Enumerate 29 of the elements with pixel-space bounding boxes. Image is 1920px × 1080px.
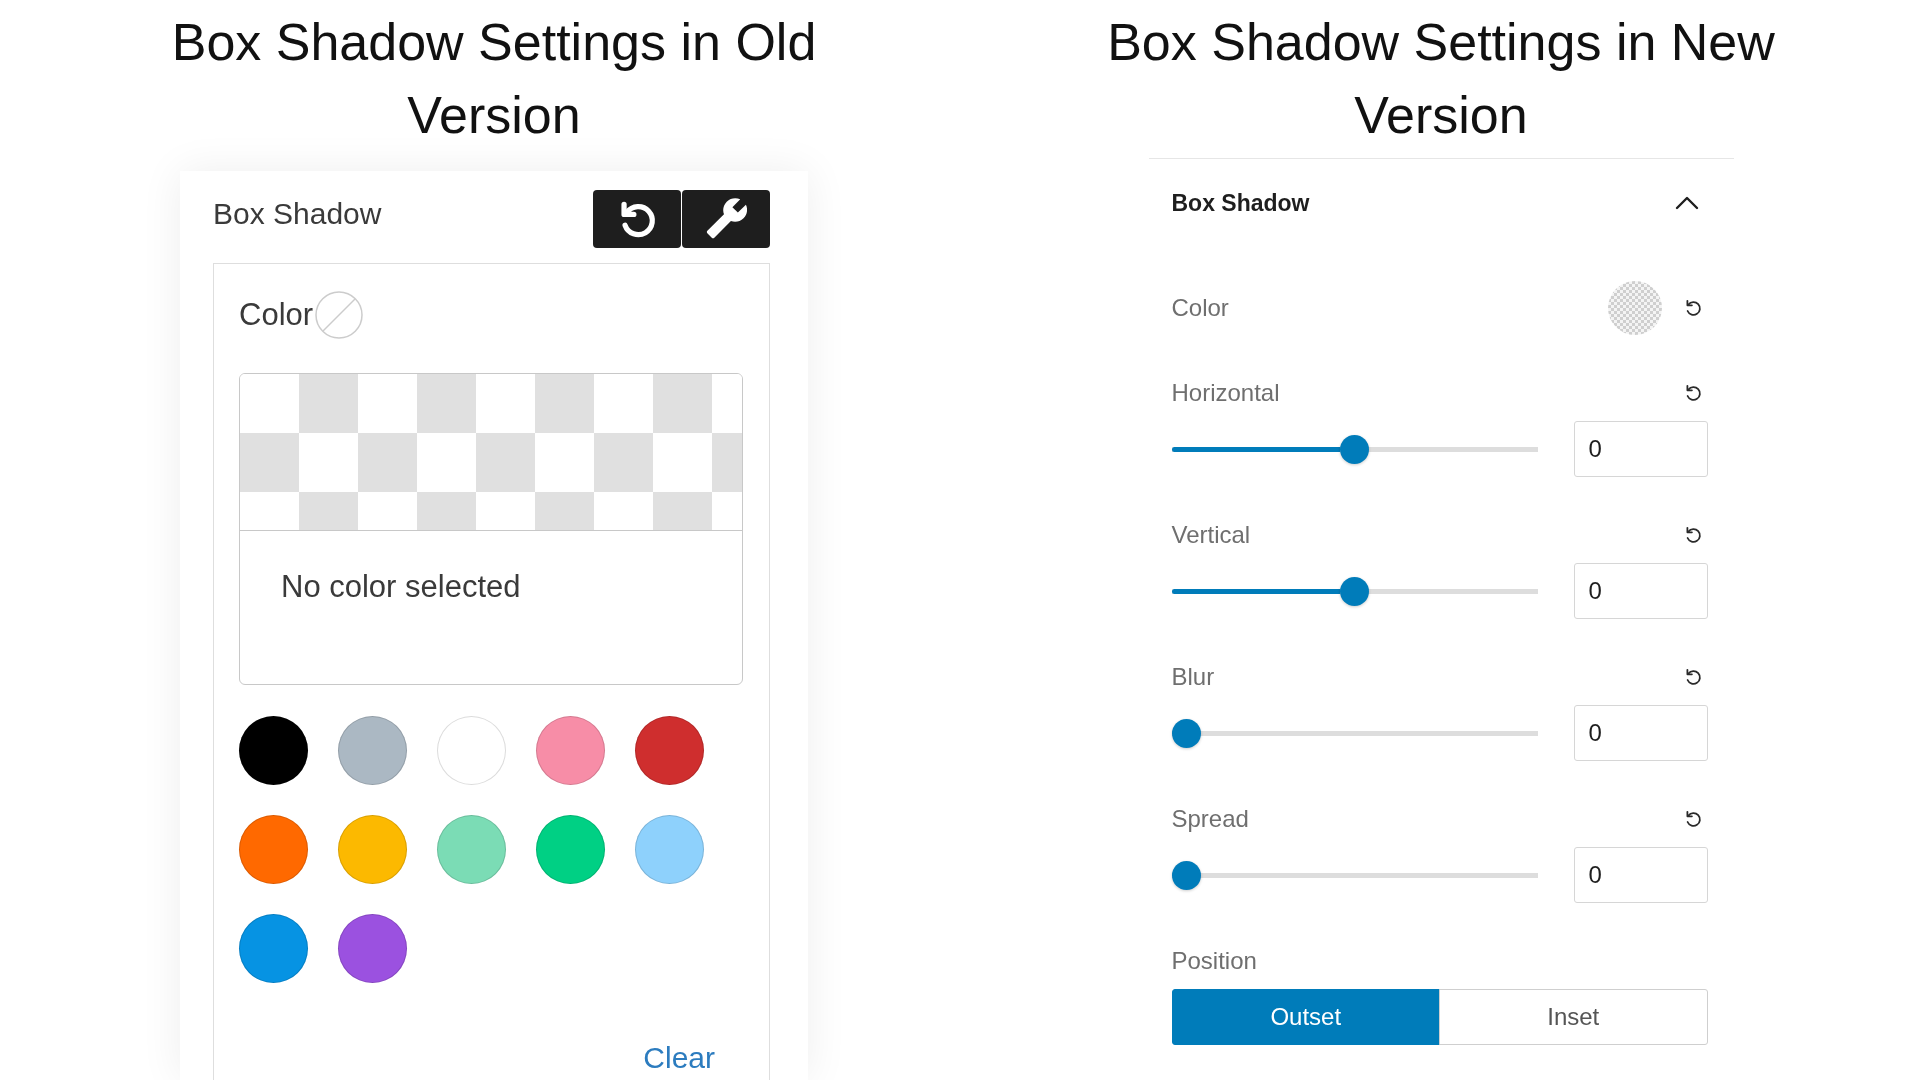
preview-text: No color selected xyxy=(281,569,521,604)
control-label: Blur xyxy=(1171,665,1215,689)
panel-label: Box Shadow xyxy=(213,196,382,232)
section-title: Box Shadow Settings in Old Version xyxy=(170,12,818,146)
color-label: Color xyxy=(239,297,314,333)
panel-title: Box Shadow xyxy=(1171,191,1310,215)
slider-thumb[interactable] xyxy=(1340,434,1369,464)
slider-thumb[interactable] xyxy=(1171,860,1201,890)
control-label: Vertical xyxy=(1171,523,1251,547)
control-label: Horizontal xyxy=(1171,381,1280,405)
slider-thumb[interactable] xyxy=(1171,718,1201,748)
segment-button[interactable]: Outset xyxy=(1171,989,1440,1045)
no-color-icon[interactable] xyxy=(315,291,364,339)
wrench-icon xyxy=(705,198,747,240)
number-input[interactable]: 0 xyxy=(1573,421,1708,477)
number-input[interactable]: 0 xyxy=(1573,563,1708,619)
segment-button[interactable]: Inset xyxy=(1439,989,1708,1045)
color-label: Color xyxy=(1171,296,1229,320)
control-label: Spread xyxy=(1171,807,1249,831)
slider-thumb[interactable] xyxy=(1340,576,1369,606)
settings-button[interactable] xyxy=(682,190,770,248)
chevron-up-icon[interactable] xyxy=(1674,196,1699,210)
number-input[interactable]: 0 xyxy=(1573,705,1708,761)
section-title: Box Shadow Settings in New Version xyxy=(1106,12,1776,146)
reset-button[interactable] xyxy=(593,190,681,248)
number-input[interactable]: 0 xyxy=(1573,847,1708,903)
control-label: Position xyxy=(1171,949,1257,973)
clear-link[interactable]: Clear xyxy=(643,1040,715,1075)
transparent-swatch-icon[interactable] xyxy=(1607,281,1662,335)
